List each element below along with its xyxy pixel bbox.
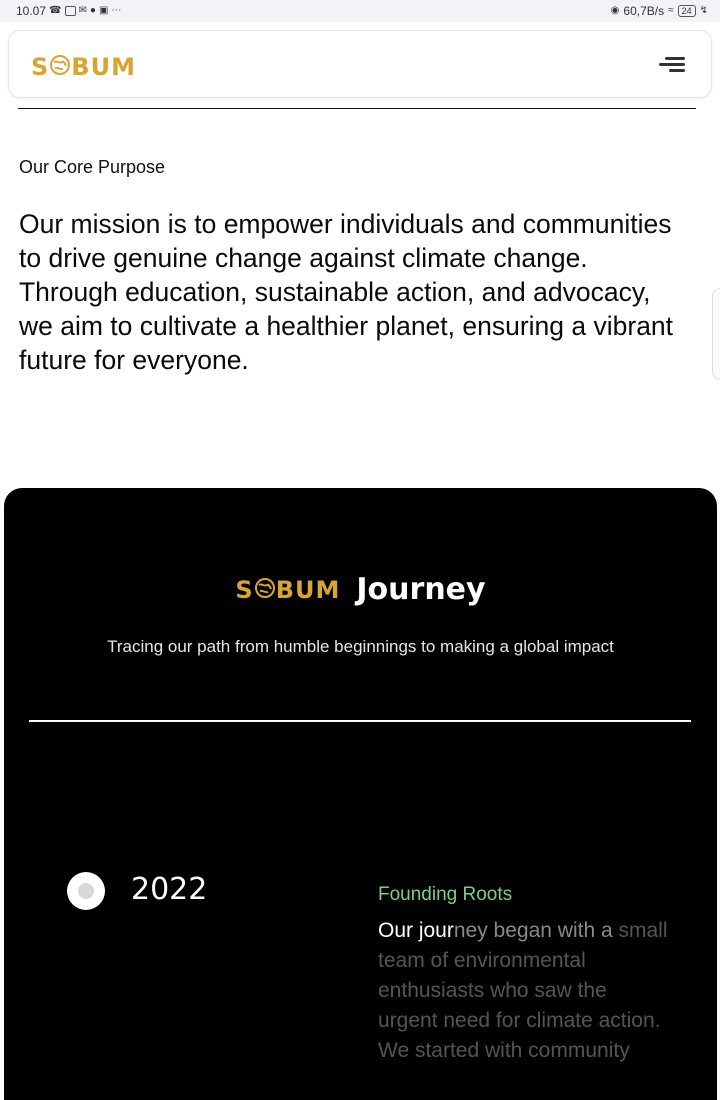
- status-time: 10.07: [16, 4, 47, 18]
- timeline-year: 2022: [131, 872, 208, 907]
- status-right: ◉ 60,7B/s ≈ 24 ↯: [611, 4, 708, 18]
- wifi-icon: ≈: [668, 5, 674, 16]
- journey-section: S BUM Journey Tracing our path from humb…: [4, 488, 717, 1100]
- core-purpose-label: Our Core Purpose: [19, 157, 166, 177]
- journey-subtitle: Tracing our path from humble beginnings …: [107, 637, 614, 656]
- more-icon: ⋯: [111, 5, 122, 16]
- section-divider: [18, 108, 696, 109]
- journey-title: Journey: [356, 572, 486, 607]
- logo-text-end: BUM: [275, 575, 341, 604]
- hamburger-menu-icon[interactable]: [659, 55, 685, 75]
- globe-icon: [254, 576, 275, 604]
- status-bar: 10.07 ☎ ✉ ● ▣ ⋯ ◉ 60,7B/s ≈ 24 ↯: [0, 0, 720, 22]
- network-speed: 60,7B/s: [623, 4, 665, 18]
- site-logo[interactable]: S BUM: [31, 53, 136, 81]
- timeline-dot-icon[interactable]: [67, 872, 105, 910]
- mission-statement: Our mission is to empower individuals an…: [19, 209, 674, 375]
- timeline-text-fading: ney began with a: [453, 919, 613, 942]
- timeline-title: Founding Roots: [378, 884, 513, 905]
- logo-text-start: S: [235, 575, 254, 604]
- site-header: S BUM: [8, 30, 712, 98]
- status-left: 10.07 ☎ ✉ ● ▣ ⋯: [16, 4, 121, 18]
- app-icon: ●: [89, 5, 96, 16]
- journey-logo: S BUM: [235, 576, 340, 604]
- journey-divider: [29, 720, 691, 722]
- timeline-text-revealed: Our jour: [378, 919, 454, 942]
- eye-icon: ◉: [610, 5, 620, 16]
- charging-icon: ↯: [699, 5, 708, 16]
- logo-text-start: S: [31, 53, 50, 81]
- side-tab-handle[interactable]: [712, 288, 720, 380]
- mail-icon: ✉: [78, 5, 87, 16]
- whatsapp-icon: ☎: [49, 5, 62, 16]
- battery-icon: 24: [677, 5, 696, 17]
- timeline-description: Our journey began with a small team of e…: [378, 916, 668, 1066]
- journey-heading: S BUM Journey: [4, 572, 717, 607]
- app-icon: ▣: [98, 5, 109, 16]
- globe-icon: [50, 53, 71, 81]
- message-icon: [64, 6, 76, 16]
- logo-text-end: BUM: [71, 53, 136, 81]
